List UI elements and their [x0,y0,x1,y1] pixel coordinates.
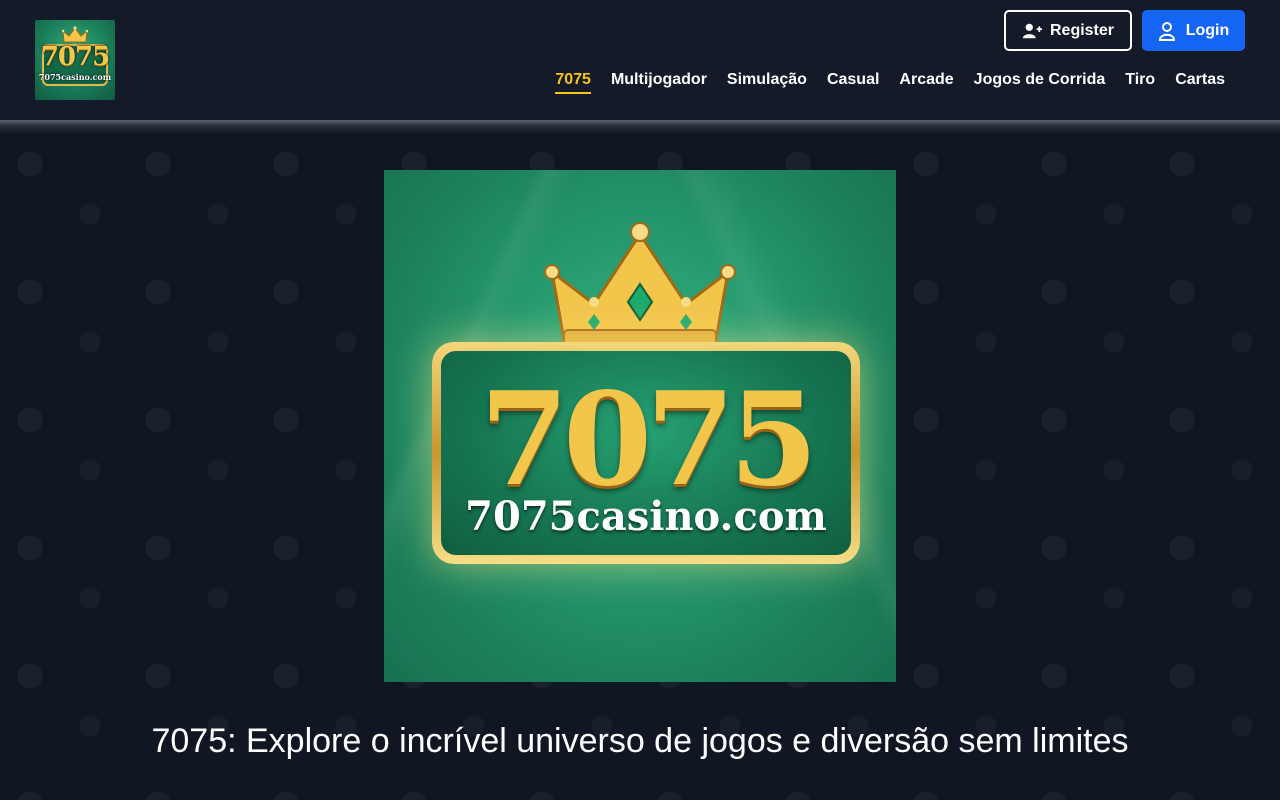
register-button[interactable]: Register [1004,10,1132,51]
user-plus-icon [1022,21,1042,41]
nav-item-tiro[interactable]: Tiro [1125,71,1155,94]
site-logo[interactable]: 7075 7075casino.com [35,20,115,100]
nav-item-jogos-de-corrida[interactable]: Jogos de Corrida [974,71,1106,94]
nav-item-7075[interactable]: 7075 [555,71,591,94]
page-headline: 7075: Explore o incrível universo de jog… [151,722,1129,760]
nav-item-arcade[interactable]: Arcade [899,71,953,94]
header-shadow [0,120,1280,134]
crown-icon [544,222,736,347]
nav-item-simulacao[interactable]: Simulação [727,71,807,94]
login-label: Login [1185,21,1230,39]
site-header: 7075 7075casino.com Register Login 7075 … [0,0,1280,120]
main-nav: 7075 Multijogador Simulação Casual Arcad… [555,71,1225,94]
hero-logo-domain: 7075casino.com [465,493,827,540]
nav-item-multijogador[interactable]: Multijogador [611,71,707,94]
register-label: Register [1049,21,1115,39]
user-icon [1158,21,1178,41]
nav-item-casual[interactable]: Casual [827,71,879,94]
logo-number: 7075 [40,42,110,72]
logo-domain: 7075casino.com [38,72,112,82]
hero-banner-image: 7075 7075casino.com [384,170,896,682]
login-button[interactable]: Login [1142,10,1245,51]
logo-plate: 7075 7075casino.com [432,342,860,564]
nav-item-cartas[interactable]: Cartas [1175,71,1225,94]
